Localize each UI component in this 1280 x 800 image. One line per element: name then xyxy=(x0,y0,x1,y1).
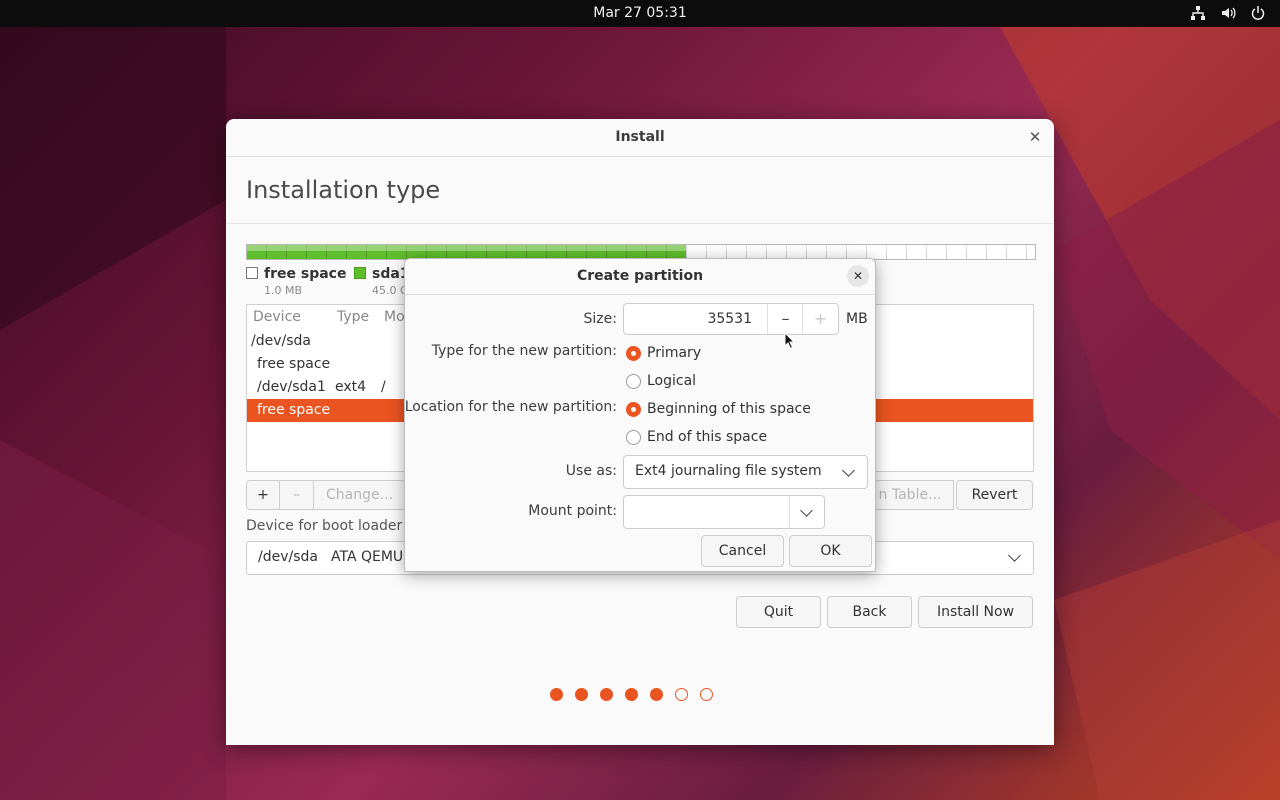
quit-button[interactable]: Quit xyxy=(736,596,821,628)
remove-partition-button[interactable]: – xyxy=(280,480,314,510)
window-titlebar[interactable]: Install ✕ xyxy=(226,119,1054,157)
radio-selected-icon[interactable] xyxy=(626,345,641,361)
chevron-down-icon xyxy=(1008,549,1021,562)
top-bar: Mar 27 05:31 xyxy=(0,0,1280,27)
page-title: Installation type xyxy=(246,176,441,204)
progress-dots xyxy=(550,688,713,701)
partition-toolbar: + – Change... xyxy=(246,480,406,512)
power-icon[interactable] xyxy=(1250,5,1266,21)
column-type[interactable]: Type xyxy=(337,309,369,325)
progress-dot xyxy=(550,688,563,701)
column-device[interactable]: Device xyxy=(253,309,301,325)
progress-dot xyxy=(625,688,638,701)
chevron-down-icon xyxy=(842,464,855,477)
legend-free-space: free space 1.0 MB xyxy=(246,266,346,297)
change-partition-button[interactable]: Change... xyxy=(314,480,406,510)
boot-loader-desc: ATA QEMU xyxy=(331,549,404,565)
ok-button[interactable]: OK xyxy=(789,535,872,567)
radio-unselected-icon[interactable] xyxy=(626,373,641,389)
legend-sda1: sda1 45.0 G xyxy=(354,266,410,297)
clock[interactable]: Mar 27 05:31 xyxy=(0,5,1280,21)
back-button[interactable]: Back xyxy=(827,596,912,628)
size-input[interactable]: 35531 xyxy=(707,311,752,327)
decrease-size-button[interactable]: – xyxy=(767,304,803,334)
progress-dot xyxy=(575,688,588,701)
mouse-cursor-icon xyxy=(784,332,796,350)
close-icon[interactable]: ✕ xyxy=(847,265,869,287)
new-partition-table-button[interactable]: n Table... xyxy=(866,480,954,510)
progress-dot xyxy=(600,688,613,701)
radio-primary[interactable]: Primary xyxy=(626,345,701,361)
radio-unselected-icon[interactable] xyxy=(626,429,641,445)
type-label: Type for the new partition: xyxy=(431,343,617,359)
column-mount[interactable]: Mo xyxy=(384,309,405,325)
radio-selected-icon[interactable] xyxy=(626,401,641,417)
create-partition-dialog: Create partition ✕ Size: 35531 – + MB Ty… xyxy=(404,258,876,572)
network-icon[interactable] xyxy=(1190,5,1206,21)
progress-dot xyxy=(675,688,688,701)
size-label: Size: xyxy=(583,311,617,327)
progress-dot xyxy=(700,688,713,701)
boot-loader-label: Device for boot loader i xyxy=(246,518,411,534)
boot-loader-device: /dev/sda xyxy=(258,549,318,565)
dialog-title: Create partition xyxy=(576,268,704,284)
cancel-button[interactable]: Cancel xyxy=(701,535,784,567)
close-icon[interactable]: ✕ xyxy=(1026,128,1044,146)
size-unit: MB xyxy=(846,311,868,327)
legend-swatch xyxy=(246,267,258,279)
revert-button[interactable]: Revert xyxy=(956,480,1033,510)
progress-dot xyxy=(650,688,663,701)
radio-end[interactable]: End of this space xyxy=(626,429,767,445)
install-now-button[interactable]: Install Now xyxy=(918,596,1033,628)
system-tray[interactable] xyxy=(1190,5,1266,21)
legend-swatch xyxy=(354,267,366,279)
window-title: Install xyxy=(615,129,665,145)
size-spinbox[interactable]: 35531 – + xyxy=(623,303,839,335)
add-partition-button[interactable]: + xyxy=(246,480,280,510)
divider xyxy=(226,223,1054,224)
volume-icon[interactable] xyxy=(1220,5,1236,21)
use-as-label: Use as: xyxy=(565,463,617,479)
chevron-down-icon[interactable] xyxy=(800,504,813,517)
location-label: Location for the new partition: xyxy=(404,399,617,415)
mount-point-combo[interactable] xyxy=(623,495,825,529)
use-as-select[interactable]: Ext4 journaling file system xyxy=(623,455,868,489)
mount-point-label: Mount point: xyxy=(528,503,617,519)
radio-logical[interactable]: Logical xyxy=(626,373,696,389)
radio-beginning[interactable]: Beginning of this space xyxy=(626,401,811,417)
dialog-titlebar[interactable]: Create partition ✕ xyxy=(405,259,875,295)
increase-size-button[interactable]: + xyxy=(802,304,838,334)
